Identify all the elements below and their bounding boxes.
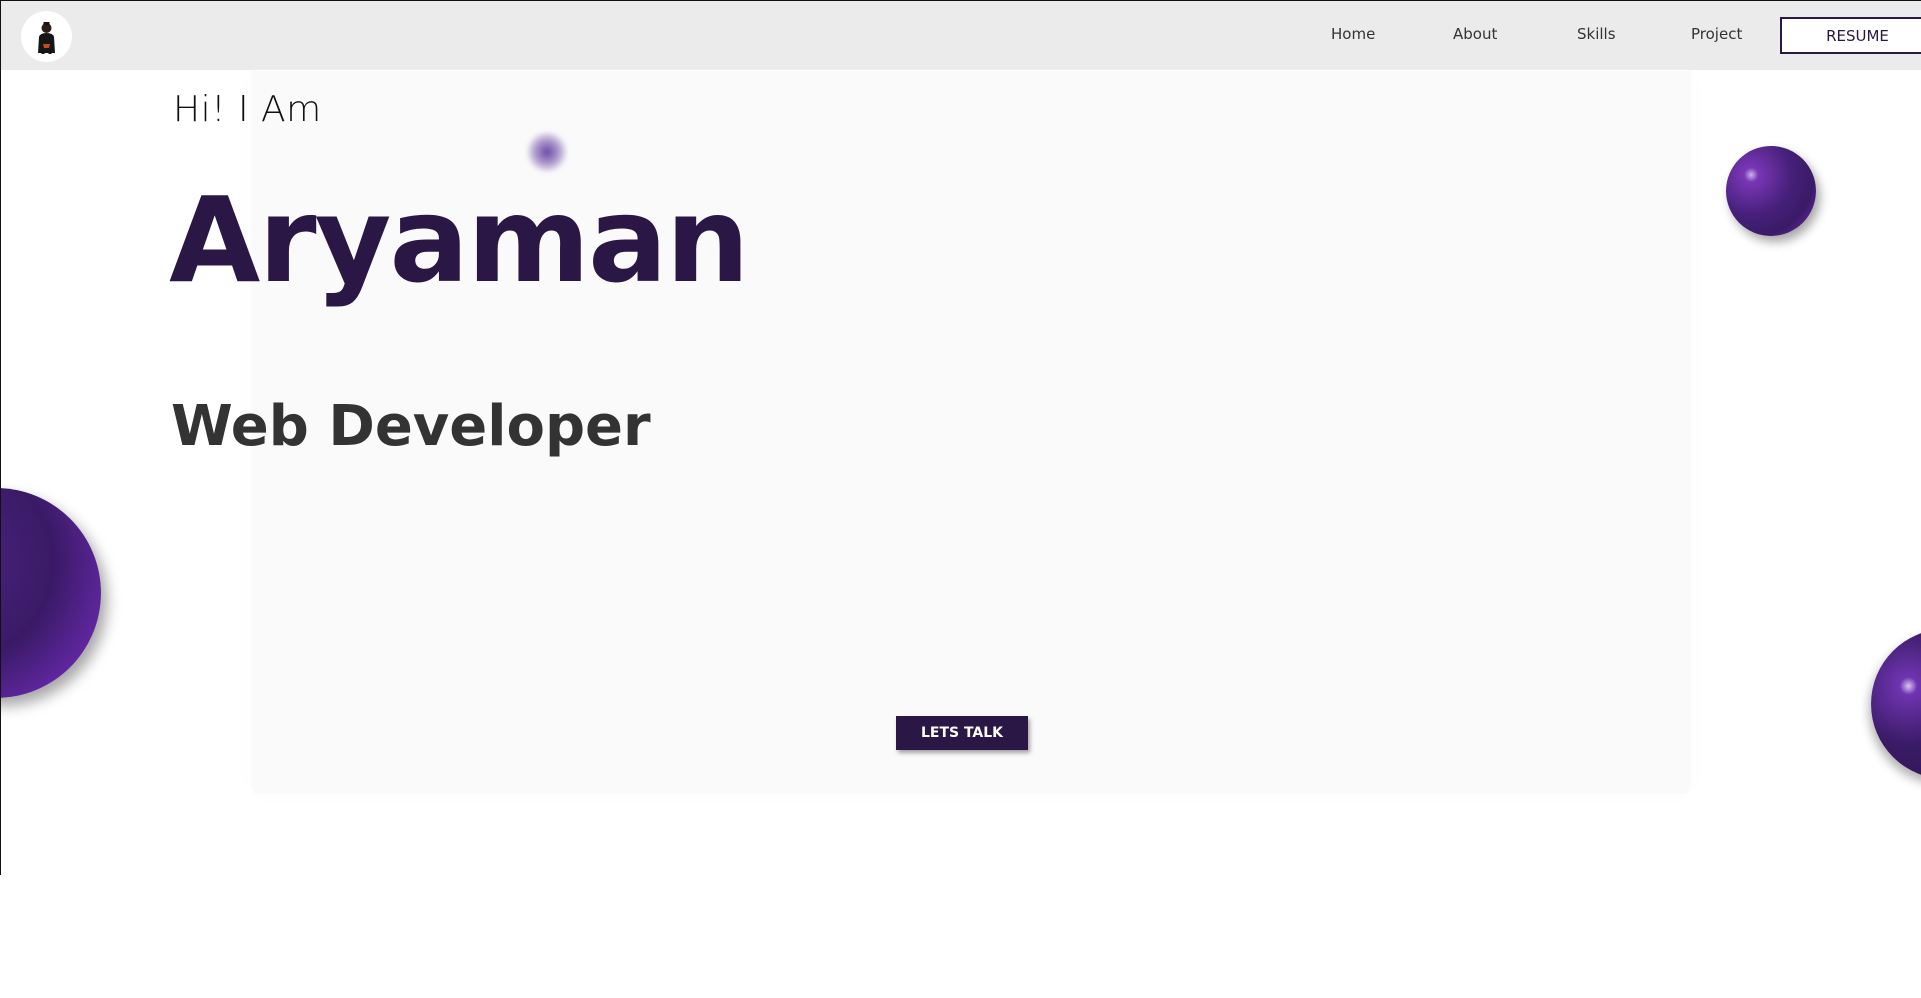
logo-avatar[interactable] bbox=[21, 11, 72, 62]
hero-role: Web Developer bbox=[171, 394, 651, 459]
page-viewport: Home About Skills Project RESUME Hi! I A… bbox=[0, 0, 1921, 875]
nav-link-about[interactable]: About bbox=[1453, 25, 1497, 43]
nav-link-home[interactable]: Home bbox=[1331, 25, 1375, 43]
hero-greeting: Hi! I Am bbox=[173, 89, 322, 130]
decorative-orb-top-right bbox=[1726, 146, 1816, 236]
lets-talk-button[interactable]: LETS TALK bbox=[896, 716, 1028, 750]
person-icon bbox=[38, 22, 55, 54]
nav-link-skills[interactable]: Skills bbox=[1577, 25, 1616, 43]
navbar: Home About Skills Project RESUME bbox=[1, 1, 1921, 70]
decorative-orb-right bbox=[1871, 629, 1921, 779]
nav-link-project[interactable]: Project bbox=[1691, 25, 1742, 43]
resume-button[interactable]: RESUME bbox=[1780, 17, 1921, 54]
hero-name: Aryaman bbox=[169, 171, 750, 309]
decorative-orb-small bbox=[527, 132, 567, 172]
decorative-orb-left bbox=[1, 488, 101, 698]
